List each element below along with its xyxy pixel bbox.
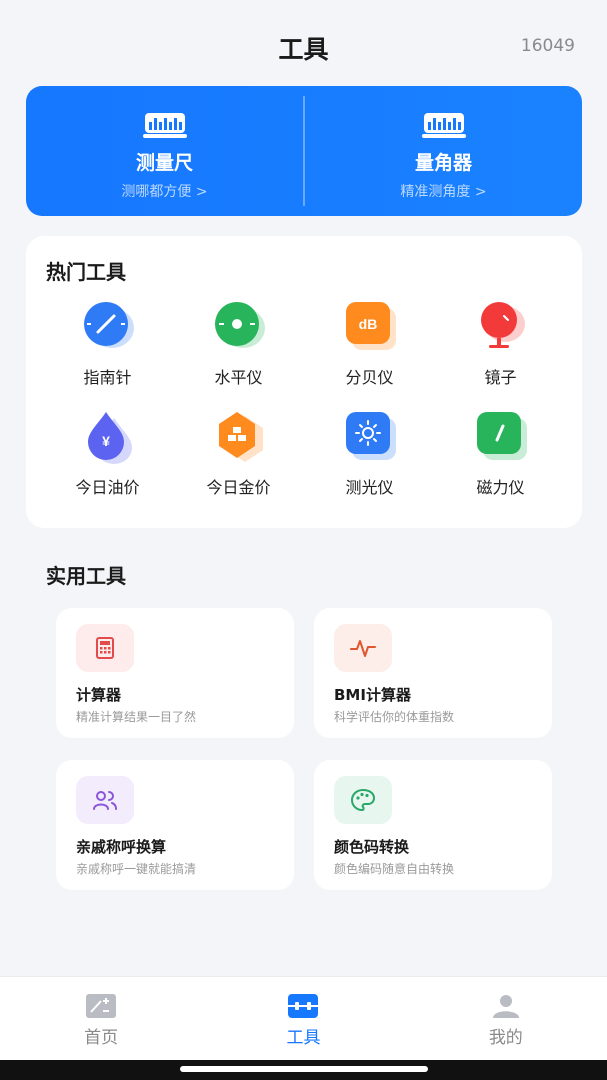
utility-tools-title: 实用工具	[46, 564, 126, 588]
bottom-nav: 首页 工具 我的	[0, 976, 607, 1060]
people-icon-bg	[76, 776, 134, 824]
gold-price-icon	[218, 412, 263, 462]
tool-level[interactable]: 水平仪	[173, 298, 304, 388]
magnetometer-icon	[476, 412, 527, 460]
palette-icon	[350, 788, 376, 812]
svg-text:¥: ¥	[102, 433, 110, 449]
people-icon	[93, 791, 117, 810]
utility-title: 亲戚称呼换算	[76, 838, 167, 856]
calculator-icon	[96, 637, 114, 659]
palette-icon-bg	[334, 776, 392, 824]
protractor-title: 量角器	[414, 152, 472, 174]
system-home-bar	[0, 1060, 607, 1080]
profile-icon	[492, 995, 519, 1018]
tool-oil-price[interactable]: ¥ 今日油价	[42, 408, 173, 498]
calculator-icon-bg	[76, 624, 134, 672]
tool-label: 水平仪	[214, 368, 263, 387]
ruler-subtitle: 测哪都方便 >	[121, 184, 208, 200]
utility-title: 计算器	[76, 686, 122, 704]
ruler-title: 测量尺	[135, 152, 193, 174]
level-icon	[214, 302, 265, 348]
pulse-icon	[350, 640, 376, 657]
utility-title: BMI计算器	[334, 686, 411, 704]
utility-relatives-card[interactable]: 亲戚称呼换算 亲戚称呼一键就能搞清	[56, 760, 294, 890]
tool-label: 磁力仪	[476, 478, 525, 497]
svg-text:dB: dB	[358, 316, 377, 332]
top-bar: 工具 16049	[0, 0, 607, 86]
nav-profile[interactable]: 我的	[405, 977, 607, 1060]
home-icon	[86, 994, 117, 1018]
ruler-tool-card[interactable]: 测量尺 测哪都方便 >	[26, 86, 303, 216]
protractor-subtitle: 精准测角度 >	[400, 184, 487, 200]
ruler-icon	[142, 113, 187, 138]
hot-tools-grid: 指南针 水平仪 dB 分贝仪 镜子 ¥ 今日油价 今日金价 测光仪 磁力仪	[42, 298, 566, 498]
home-indicator[interactable]	[180, 1066, 428, 1072]
hot-tools-title: 热门工具	[46, 260, 126, 284]
utility-color-code-card[interactable]: 颜色码转换 颜色编码随意自由转换	[314, 760, 552, 890]
measure-banner: 测量尺 测哪都方便 > 量角器 精准测角度 >	[26, 86, 582, 216]
hot-tools-card: 热门工具 指南针 水平仪 dB 分贝仪 镜子 ¥ 今日油价 今日金价 测光仪 磁…	[26, 236, 582, 528]
light-meter-icon	[345, 412, 396, 460]
tool-gold-price[interactable]: 今日金价	[173, 408, 304, 498]
tool-label: 镜子	[484, 368, 517, 387]
mirror-icon	[480, 302, 525, 348]
tools-icon	[288, 994, 319, 1018]
tool-label: 今日油价	[75, 478, 140, 497]
protractor-tool-card[interactable]: 量角器 精准测角度 >	[305, 86, 582, 216]
nav-home[interactable]: 首页	[0, 977, 202, 1060]
nav-tools[interactable]: 工具	[202, 977, 404, 1060]
utility-subtitle: 亲戚称呼一键就能搞清	[76, 862, 197, 876]
utility-subtitle: 颜色编码随意自由转换	[334, 862, 455, 876]
tool-magnetometer[interactable]: 磁力仪	[435, 408, 566, 498]
nav-label: 工具	[286, 1028, 321, 1048]
tool-label: 指南针	[83, 368, 132, 387]
tool-label: 今日金价	[206, 478, 271, 497]
ruler-icon	[421, 113, 466, 138]
utility-calculator-card[interactable]: 计算器 精准计算结果一目了然	[56, 608, 294, 738]
tool-light-meter[interactable]: 测光仪	[304, 408, 435, 498]
utility-subtitle: 精准计算结果一目了然	[76, 710, 197, 724]
utility-bmi-card[interactable]: BMI计算器 科学评估你的体重指数	[314, 608, 552, 738]
nav-label: 首页	[84, 1028, 119, 1048]
utility-subtitle: 科学评估你的体重指数	[334, 710, 455, 724]
utility-title: 颜色码转换	[334, 838, 410, 856]
tool-compass[interactable]: 指南针	[42, 298, 173, 388]
page-title: 工具	[278, 35, 329, 64]
tool-label: 测光仪	[345, 478, 394, 497]
decibel-icon: dB	[345, 302, 396, 350]
pulse-icon-bg	[334, 624, 392, 672]
tool-label: 分贝仪	[345, 368, 394, 387]
tool-mirror[interactable]: 镜子	[435, 298, 566, 388]
nav-label: 我的	[488, 1028, 523, 1048]
visitor-count: 16049	[520, 36, 575, 56]
compass-icon	[83, 302, 134, 348]
tool-decibel[interactable]: dB 分贝仪	[304, 298, 435, 388]
oil-price-icon: ¥	[87, 412, 132, 464]
